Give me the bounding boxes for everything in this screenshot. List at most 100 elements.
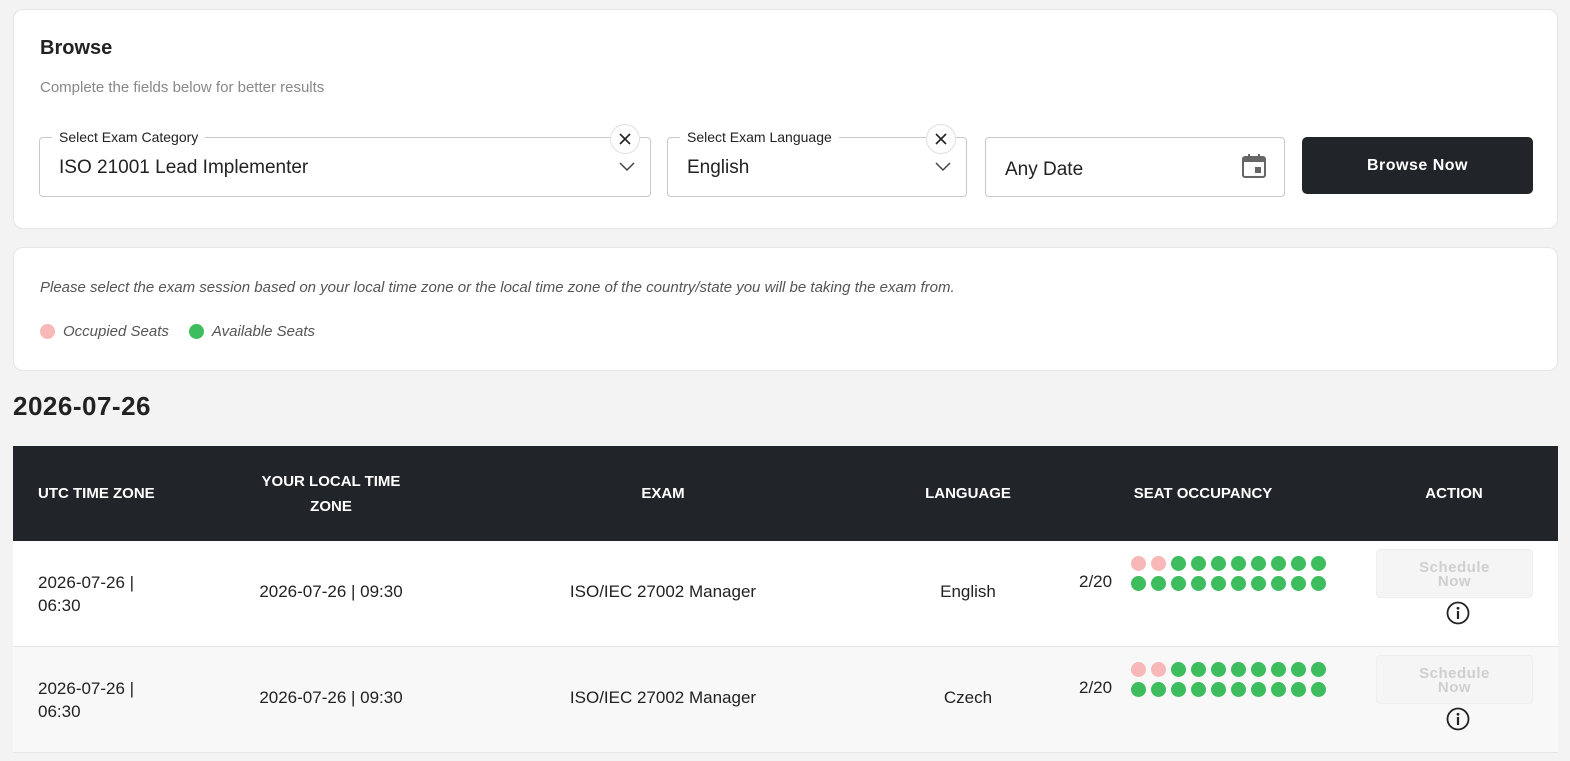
- info-icon[interactable]: [1446, 707, 1470, 731]
- legend-available-label: Available Seats: [211, 323, 316, 340]
- seat-count: 2/20: [1079, 678, 1113, 697]
- available-seat: [1171, 682, 1186, 697]
- local-time: 2026-07-26 | 09:30: [259, 582, 403, 601]
- available-seat: [1271, 556, 1286, 571]
- available-seat: [1251, 682, 1266, 697]
- available-seat: [1231, 662, 1246, 677]
- table-header: UTC TIME ZONE YOUR LOCAL TIME ZONE EXAM …: [13, 446, 1558, 541]
- available-seat: [1271, 682, 1286, 697]
- exam-language-label: Select Exam Language: [680, 129, 839, 145]
- occupied-seat: [1131, 662, 1146, 677]
- exam-language-select[interactable]: Select Exam Language English: [667, 124, 967, 197]
- date-value: Any Date: [1005, 159, 1084, 180]
- clear-category-button[interactable]: [610, 124, 640, 154]
- available-seat: [1271, 662, 1286, 677]
- exam-name: ISO/IEC 27002 Manager: [569, 582, 757, 601]
- available-seat: [1311, 682, 1326, 697]
- available-seat: [1131, 576, 1146, 591]
- exam-category-label: Select Exam Category: [52, 129, 206, 145]
- browse-title: Browse: [40, 37, 113, 59]
- available-seat: [1211, 662, 1226, 677]
- exam-category-select[interactable]: Select Exam Category ISO 21001 Lead Impl…: [39, 124, 651, 197]
- available-seat: [1231, 682, 1246, 697]
- available-seat: [1251, 556, 1266, 571]
- schedule-now-button[interactable]: Schedule Now: [1376, 655, 1533, 704]
- header-language: LANGUAGE: [925, 485, 1011, 502]
- available-seat: [1311, 662, 1326, 677]
- available-seat: [1211, 682, 1226, 697]
- header-utc: UTC TIME ZONE: [38, 485, 155, 502]
- header-local: YOUR LOCAL TIME ZONE: [231, 446, 431, 541]
- exam-language-value: English: [687, 157, 750, 178]
- exam-name: ISO/IEC 27002 Manager: [569, 688, 757, 707]
- utc-date: 2026-07-26 |: [38, 573, 135, 592]
- occupied-dot: [40, 324, 55, 339]
- header-local-line1: YOUR LOCAL TIME: [261, 472, 401, 490]
- available-seat: [1211, 556, 1226, 571]
- available-seat: [1311, 556, 1326, 571]
- utc-time: 2026-07-26 | 06:30: [38, 571, 178, 617]
- available-seat: [1191, 576, 1206, 591]
- legend-occupied-label: Occupied Seats: [63, 323, 169, 340]
- available-seat: [1231, 576, 1246, 591]
- occupied-seat: [1151, 662, 1166, 677]
- exam-category-value: ISO 21001 Lead Implementer: [59, 157, 309, 178]
- utc-clock: 06:30: [38, 596, 81, 615]
- browse-now-button[interactable]: Browse Now: [1302, 137, 1533, 194]
- available-seat: [1231, 556, 1246, 571]
- header-action: ACTION: [1425, 485, 1483, 502]
- occupied-seat: [1131, 556, 1146, 571]
- chevron-down-icon[interactable]: [934, 158, 952, 176]
- table-row: 2026-07-26 | 06:30 2026-07-26 | 09:30 IS…: [13, 647, 1558, 753]
- timezone-notice: Please select the exam session based on …: [40, 279, 955, 296]
- available-seat: [1311, 576, 1326, 591]
- header-local-line2: ZONE: [310, 497, 352, 515]
- available-seat: [1291, 662, 1306, 677]
- available-seat: [1151, 576, 1166, 591]
- clear-language-button[interactable]: [926, 124, 956, 154]
- available-seat: [1211, 576, 1226, 591]
- browse-card: Browse Complete the fields below for bet…: [13, 9, 1558, 229]
- exam-language: Czech: [943, 688, 993, 707]
- available-seat: [1131, 682, 1146, 697]
- local-time: 2026-07-26 | 09:30: [259, 688, 403, 707]
- header-exam: EXAM: [641, 485, 685, 502]
- info-card: Please select the exam session based on …: [13, 247, 1558, 371]
- date-picker-field[interactable]: Any Date: [985, 137, 1285, 197]
- schedule-now-button[interactable]: Schedule Now: [1376, 549, 1533, 598]
- seat-count: 2/20: [1079, 572, 1113, 591]
- available-seat: [1251, 576, 1266, 591]
- utc-time: 2026-07-26 | 06:30: [38, 677, 178, 723]
- close-icon: [935, 133, 947, 145]
- chevron-down-icon[interactable]: [618, 158, 636, 176]
- browse-subtitle: Complete the fields below for better res…: [40, 79, 325, 96]
- legend-available: Available Seats: [188, 323, 316, 340]
- date-heading: 2026-07-26: [13, 391, 151, 421]
- available-seat: [1171, 556, 1186, 571]
- calendar-icon[interactable]: [1240, 152, 1268, 180]
- schedule-label-2: Now: [1437, 573, 1472, 590]
- utc-clock: 06:30: [38, 702, 81, 721]
- available-seat: [1291, 556, 1306, 571]
- available-seat: [1191, 556, 1206, 571]
- available-seat: [1151, 682, 1166, 697]
- info-icon[interactable]: [1446, 601, 1470, 625]
- available-seat: [1271, 576, 1286, 591]
- header-seats: SEAT OCCUPANCY: [1133, 485, 1273, 502]
- available-seat: [1191, 662, 1206, 677]
- available-seat: [1171, 576, 1186, 591]
- available-seat: [1291, 576, 1306, 591]
- exam-language: English: [940, 582, 996, 601]
- legend-occupied: Occupied Seats: [40, 323, 169, 340]
- seat-grid: [1131, 556, 1331, 596]
- table-row: 2026-07-26 | 06:30 2026-07-26 | 09:30 IS…: [13, 541, 1558, 647]
- seat-grid: [1131, 662, 1331, 702]
- close-icon: [619, 133, 631, 145]
- available-dot: [188, 324, 204, 339]
- available-seat: [1251, 662, 1266, 677]
- available-seat: [1191, 682, 1206, 697]
- available-seat: [1291, 682, 1306, 697]
- utc-date: 2026-07-26 |: [38, 679, 135, 698]
- seat-legend: Occupied Seats Available Seats: [40, 323, 335, 340]
- available-seat: [1171, 662, 1186, 677]
